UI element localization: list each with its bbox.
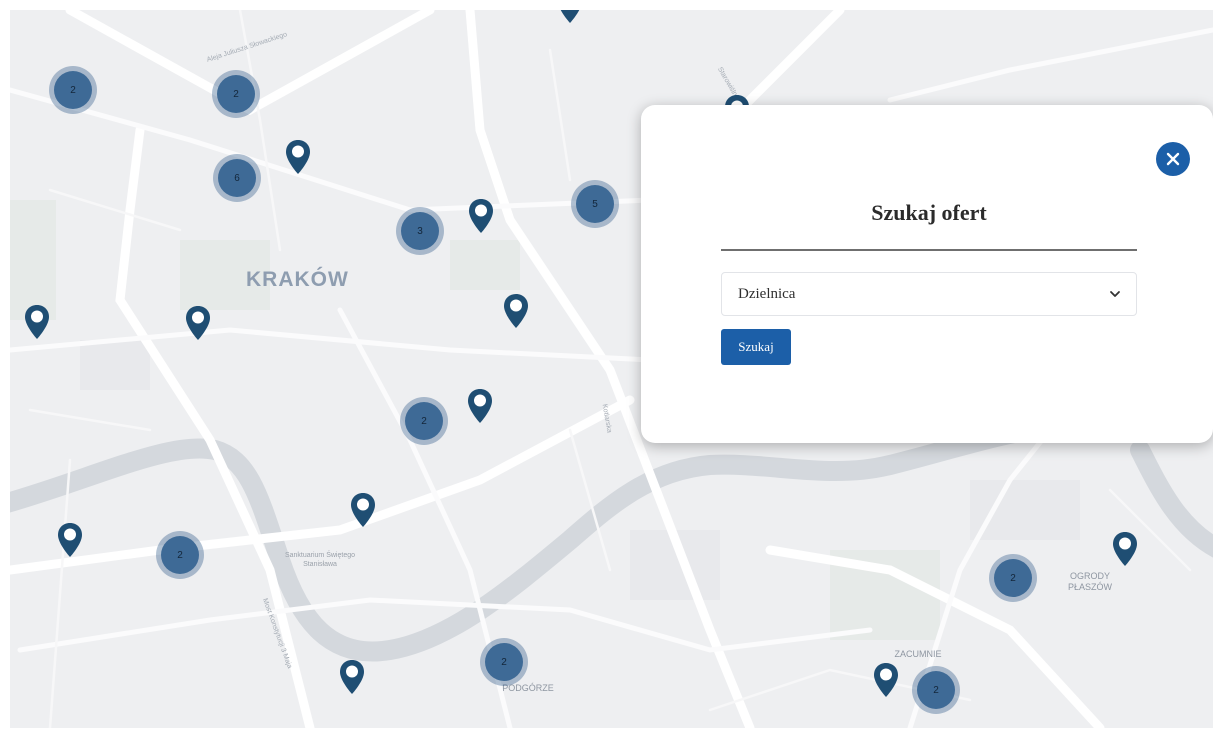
district-select-value: Dzielnica [738, 285, 796, 302]
cluster-count: 2 [917, 671, 955, 709]
cluster-marker[interactable]: 2 [156, 531, 204, 579]
map-pin-icon[interactable] [503, 293, 529, 329]
cluster-marker[interactable]: 3 [396, 207, 444, 255]
cluster-marker[interactable]: 2 [212, 70, 260, 118]
map-pin-icon[interactable] [557, 10, 583, 24]
close-icon [1166, 152, 1180, 166]
search-panel-divider [721, 249, 1137, 251]
cluster-marker[interactable]: 2 [480, 638, 528, 686]
cluster-marker[interactable]: 6 [213, 154, 261, 202]
map-pin-icon[interactable] [285, 139, 311, 175]
map-pin-icon[interactable] [24, 304, 50, 340]
cluster-marker[interactable]: 5 [571, 180, 619, 228]
cluster-count: 2 [485, 643, 523, 681]
cluster-marker[interactable]: 2 [912, 666, 960, 714]
search-button[interactable]: Szukaj [721, 329, 791, 365]
search-panel-title: Szukaj ofert [871, 200, 987, 225]
chevron-down-icon [1110, 291, 1120, 297]
map-pin-icon[interactable] [350, 492, 376, 528]
map-pin-icon[interactable] [57, 522, 83, 558]
cluster-count: 3 [401, 212, 439, 250]
district-select[interactable]: Dzielnica [721, 272, 1137, 316]
cluster-count: 2 [405, 402, 443, 440]
cluster-marker[interactable]: 2 [989, 554, 1037, 602]
poi-label-sanktuarium: Sanktuarium Świętego Stanisława [284, 552, 356, 568]
map-pin-icon[interactable] [1112, 531, 1138, 567]
cluster-count: 2 [217, 75, 255, 113]
cluster-count: 2 [994, 559, 1032, 597]
cluster-count: 6 [218, 159, 256, 197]
city-label: KRAKÓW [246, 268, 349, 291]
cluster-count: 2 [54, 71, 92, 109]
cluster-marker[interactable]: 2 [400, 397, 448, 445]
map-pin-icon[interactable] [339, 659, 365, 695]
cluster-count: 2 [161, 536, 199, 574]
cluster-count: 5 [576, 185, 614, 223]
cluster-marker[interactable]: 2 [49, 66, 97, 114]
map-pin-icon[interactable] [873, 662, 899, 698]
district-label-ogrody-plaszow: OGRODY PŁASZÓW [1067, 571, 1112, 592]
map-pin-icon[interactable] [468, 198, 494, 234]
district-label-zacumnie: ZACUMNIE [894, 649, 942, 659]
map-pin-icon[interactable] [467, 388, 493, 424]
close-button[interactable] [1156, 142, 1190, 176]
map-pin-icon[interactable] [185, 305, 211, 341]
